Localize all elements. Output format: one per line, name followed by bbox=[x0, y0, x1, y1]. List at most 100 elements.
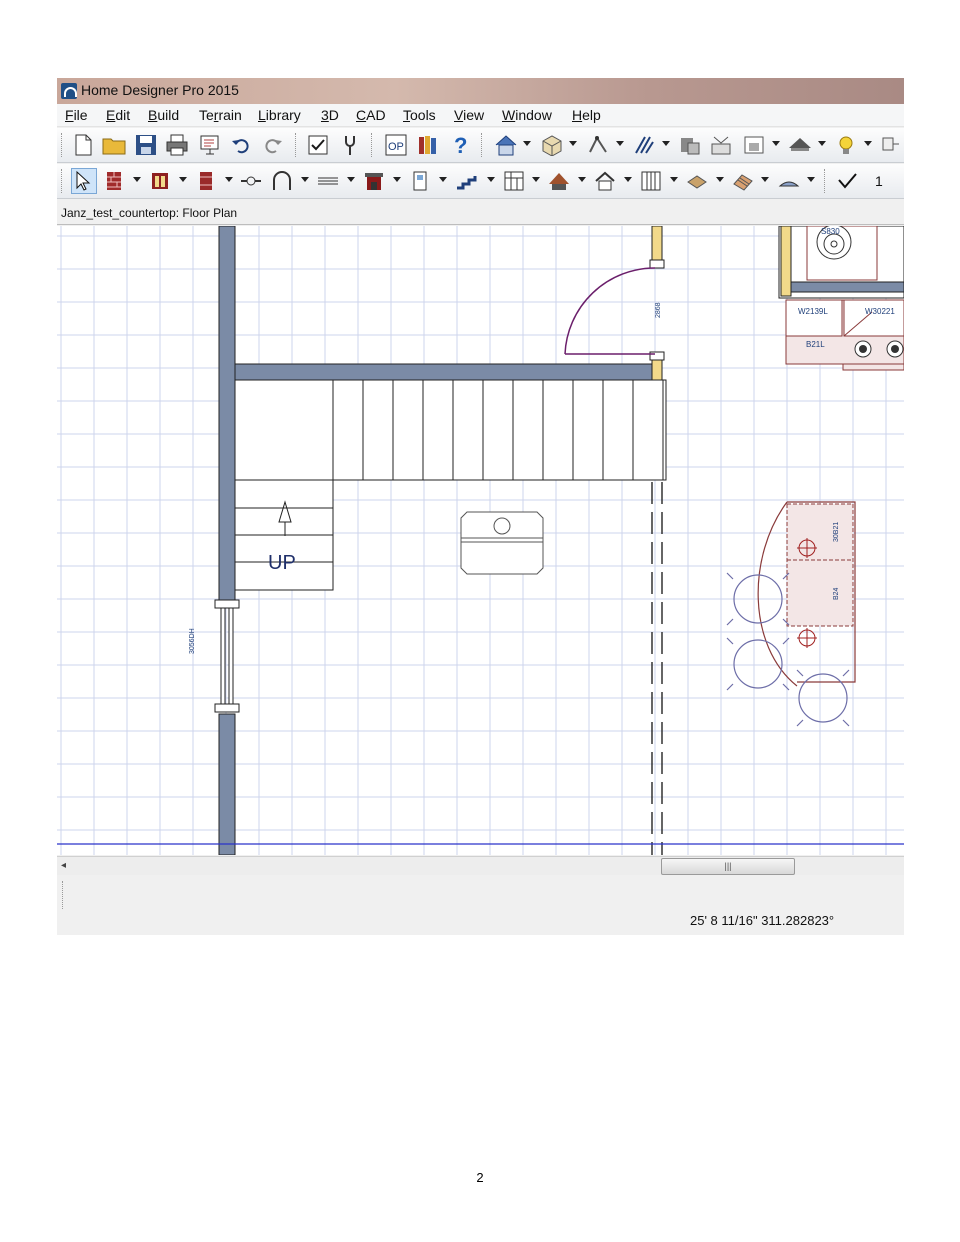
menu-window[interactable]: Window bbox=[502, 107, 552, 123]
dropdown-arrow-icon[interactable] bbox=[439, 177, 447, 182]
scroll-left-arrow-icon[interactable]: ◂ bbox=[61, 860, 66, 871]
menu-library[interactable]: Library bbox=[258, 107, 301, 123]
preferences-icon[interactable] bbox=[338, 133, 362, 157]
scrollbar-thumb[interactable]: ||| bbox=[661, 858, 795, 875]
left-wall[interactable] bbox=[218, 226, 236, 607]
paint-icon[interactable] bbox=[879, 133, 903, 157]
picture-icon[interactable] bbox=[742, 133, 766, 157]
app-window: Home Designer Pro 2015 File Edit Build T… bbox=[57, 78, 904, 935]
door-tool-icon[interactable] bbox=[270, 169, 294, 193]
dropdown-arrow-icon[interactable] bbox=[864, 141, 872, 146]
menu-cad[interactable]: CAD bbox=[356, 107, 386, 123]
sink-fixture[interactable] bbox=[460, 511, 544, 575]
staircase[interactable]: UP bbox=[234, 379, 667, 591]
undo-icon[interactable] bbox=[229, 133, 253, 157]
svg-text:?: ? bbox=[454, 134, 467, 156]
window-pane[interactable] bbox=[228, 607, 234, 705]
save-icon[interactable] bbox=[134, 133, 158, 157]
document-title: Janz_test_countertop: Floor Plan bbox=[61, 206, 238, 220]
wall-tool-icon[interactable] bbox=[103, 169, 127, 193]
transfer-icon[interactable] bbox=[709, 133, 733, 157]
dropdown-arrow-icon[interactable] bbox=[578, 177, 586, 182]
appliance-icon[interactable] bbox=[408, 169, 432, 193]
standard-toolbar: OP ? bbox=[57, 128, 904, 163]
dropdown-arrow-icon[interactable] bbox=[761, 177, 769, 182]
plan-materials-icon[interactable]: OP bbox=[384, 133, 408, 157]
dropdown-arrow-icon[interactable] bbox=[347, 177, 355, 182]
dropdown-arrow-icon[interactable] bbox=[624, 177, 632, 182]
layout-icon[interactable] bbox=[678, 133, 702, 157]
cabinet-tool-icon[interactable] bbox=[148, 169, 172, 193]
light-bulb-icon[interactable] bbox=[834, 133, 858, 157]
dropdown-arrow-icon[interactable] bbox=[670, 177, 678, 182]
floor-plan-canvas[interactable]: 3056DH 2868 UP 30B21 B24 S830 W2139L W30… bbox=[57, 226, 904, 855]
new-file-icon[interactable] bbox=[71, 133, 95, 157]
railing-icon[interactable] bbox=[639, 169, 663, 193]
house-tool-icon[interactable] bbox=[593, 169, 617, 193]
stair-wall[interactable] bbox=[234, 363, 655, 381]
dropdown-arrow-icon[interactable] bbox=[301, 177, 309, 182]
dropdown-arrow-icon[interactable] bbox=[393, 177, 401, 182]
framing-icon[interactable] bbox=[731, 169, 755, 193]
dropdown-arrow-icon[interactable] bbox=[523, 141, 531, 146]
toolbar-separator bbox=[824, 169, 827, 193]
deck-icon[interactable] bbox=[685, 169, 709, 193]
dropdown-arrow-icon[interactable] bbox=[716, 177, 724, 182]
terrain-icon[interactable] bbox=[777, 169, 801, 193]
print-preview-icon[interactable] bbox=[198, 133, 222, 157]
dropdown-arrow-icon[interactable] bbox=[487, 177, 495, 182]
toolbar-grip bbox=[61, 169, 64, 193]
document-tab[interactable]: Janz_test_countertop: Floor Plan bbox=[57, 202, 904, 225]
menu-edit[interactable]: Edit bbox=[106, 107, 130, 123]
roof-tool-icon[interactable] bbox=[547, 169, 571, 193]
menu-3d[interactable]: 3D bbox=[321, 107, 339, 123]
dropdown-arrow-icon[interactable] bbox=[133, 177, 141, 182]
menu-help[interactable]: Help bbox=[572, 107, 601, 123]
window-tool-icon[interactable] bbox=[316, 169, 340, 193]
stairs-tool-icon[interactable] bbox=[455, 169, 479, 193]
window-pane[interactable] bbox=[220, 607, 226, 705]
door-jamb bbox=[651, 357, 663, 383]
stair-direction-label: UP bbox=[268, 552, 296, 574]
print-icon[interactable] bbox=[165, 133, 189, 157]
dropdown-arrow-icon[interactable] bbox=[532, 177, 540, 182]
menu-tools[interactable]: Tools bbox=[403, 107, 436, 123]
box-3d-icon[interactable] bbox=[540, 133, 564, 157]
dropdown-arrow-icon[interactable] bbox=[662, 141, 670, 146]
column-tool-icon[interactable] bbox=[194, 169, 218, 193]
dropdown-arrow-icon[interactable] bbox=[225, 177, 233, 182]
menu-bar: File Edit Build Terrain Library 3D CAD T… bbox=[57, 104, 904, 127]
island-label-2: B24 bbox=[833, 587, 840, 600]
room-tool-icon[interactable] bbox=[502, 169, 526, 193]
left-wall-lower[interactable] bbox=[218, 713, 236, 855]
dropdown-arrow-icon[interactable] bbox=[807, 177, 815, 182]
redo-icon[interactable] bbox=[261, 133, 285, 157]
menu-build[interactable]: Build bbox=[148, 107, 179, 123]
dimension-icon[interactable] bbox=[632, 133, 656, 157]
help-icon[interactable]: ? bbox=[448, 133, 472, 157]
kitchen-cabinets[interactable]: S830 W2139L W30221 B21L bbox=[778, 226, 904, 371]
kitchen-island[interactable]: 30B21 B24 bbox=[757, 501, 856, 687]
dropdown-arrow-icon[interactable] bbox=[616, 141, 624, 146]
select-objects-icon[interactable] bbox=[71, 168, 97, 194]
fireplace-icon[interactable] bbox=[362, 169, 386, 193]
cabinet-base-label: B21L bbox=[806, 340, 825, 349]
horizontal-scrollbar[interactable]: ◂ ||| bbox=[57, 856, 904, 875]
dropdown-arrow-icon[interactable] bbox=[772, 141, 780, 146]
checklist-icon[interactable] bbox=[306, 133, 330, 157]
electrical-icon[interactable] bbox=[239, 169, 263, 193]
open-folder-icon[interactable] bbox=[102, 133, 126, 157]
checkmark-icon[interactable] bbox=[835, 169, 859, 193]
dropdown-arrow-icon[interactable] bbox=[818, 141, 826, 146]
camera-path-icon[interactable] bbox=[586, 133, 610, 157]
door-swing[interactable] bbox=[564, 267, 656, 355]
floor-plan-drawing[interactable]: 3056DH 2868 UP 30B21 B24 S830 W2139L W30… bbox=[57, 226, 904, 855]
dropdown-arrow-icon[interactable] bbox=[569, 141, 577, 146]
dropdown-arrow-icon[interactable] bbox=[179, 177, 187, 182]
menu-view[interactable]: View bbox=[454, 107, 484, 123]
menu-file[interactable]: File bbox=[65, 107, 88, 123]
roof-icon[interactable] bbox=[788, 133, 812, 157]
menu-terrain[interactable]: Terrain bbox=[199, 107, 242, 123]
house-3d-icon[interactable] bbox=[494, 133, 518, 157]
library-books-icon[interactable] bbox=[416, 133, 440, 157]
